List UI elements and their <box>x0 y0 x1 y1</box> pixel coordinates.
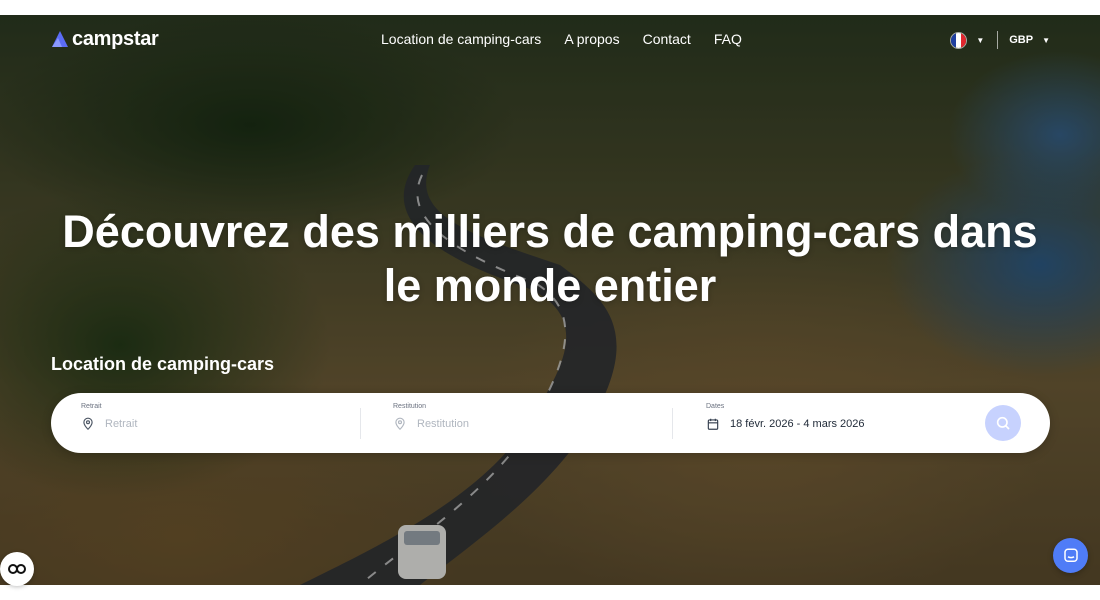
nav-settings: ▼ GBP ▼ <box>950 29 1050 51</box>
pickup-input[interactable] <box>105 418 325 430</box>
field-separator <box>672 408 673 439</box>
nav-link-faq[interactable]: FAQ <box>714 31 742 47</box>
search-section-title: Location de camping-cars <box>51 354 275 374</box>
language-caret-icon[interactable]: ▼ <box>976 36 984 45</box>
brand-name: campstar <box>72 27 159 50</box>
nav-link-contact[interactable]: Contact <box>643 31 691 47</box>
field-separator <box>360 408 361 439</box>
location-pin-icon <box>83 417 93 431</box>
language-flag-icon[interactable] <box>950 31 968 49</box>
dropoff-input[interactable] <box>417 418 637 430</box>
currency-caret-icon[interactable]: ▼ <box>1042 36 1050 45</box>
search-bar: Retrait Restitution Dates <box>51 393 1050 453</box>
nav-divider <box>997 31 999 49</box>
search-button[interactable] <box>985 405 1021 441</box>
cookie-consent-icon <box>8 564 26 574</box>
pickup-field[interactable]: Retrait <box>81 393 361 453</box>
search-icon <box>996 416 1010 430</box>
main-nav: Location de camping-cars A propos Contac… <box>381 31 742 47</box>
nav-link-about[interactable]: A propos <box>564 31 619 47</box>
currency-selector[interactable]: GBP <box>1009 34 1033 46</box>
location-pin-icon <box>395 417 405 431</box>
dates-label: Dates <box>706 403 725 410</box>
dropoff-field[interactable]: Restitution <box>393 393 673 453</box>
dates-value: 18 févr. 2026 - 4 mars 2026 <box>730 418 865 430</box>
calendar-icon <box>707 418 719 430</box>
hero-headline: Découvrez des milliers de camping-cars d… <box>62 206 1038 311</box>
dates-field[interactable]: Dates 18 févr. 2026 - 4 mars 2026 <box>706 393 966 453</box>
logo-icon <box>52 31 68 47</box>
nav-link-rental[interactable]: Location de camping-cars <box>381 31 541 47</box>
navbar: campstar Location de camping-cars A prop… <box>0 15 1100 65</box>
logo[interactable]: campstar <box>50 27 159 51</box>
page: campstar Location de camping-cars A prop… <box>0 0 1100 600</box>
dropoff-label: Restitution <box>393 403 427 410</box>
chat-icon <box>1063 548 1078 562</box>
cookie-consent-button[interactable] <box>0 552 34 586</box>
pickup-label: Retrait <box>81 403 102 410</box>
chat-button[interactable] <box>1053 538 1088 573</box>
